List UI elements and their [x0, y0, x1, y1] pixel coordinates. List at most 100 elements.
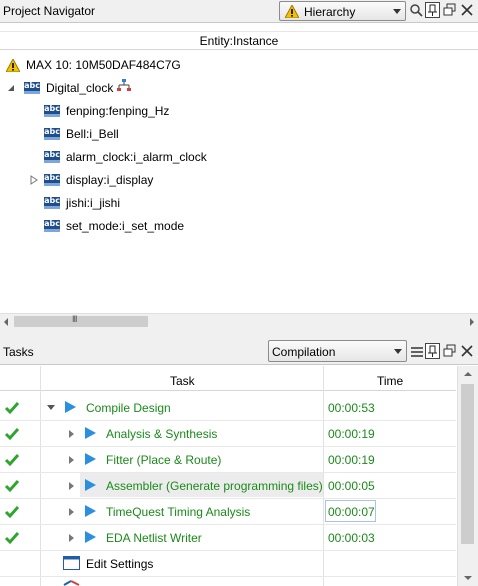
collapsed-triangle-icon[interactable]: [69, 430, 74, 438]
search-icon[interactable]: [409, 3, 423, 17]
play-icon[interactable]: [85, 531, 96, 543]
navigator-view-select[interactable]: Hierarchy: [279, 1, 406, 21]
flow-icon: [63, 580, 80, 586]
checkmark-icon: [4, 428, 20, 441]
abc-instance-icon: abc: [44, 128, 60, 140]
tree-child-label: Bell:i_Bell: [66, 127, 119, 141]
tree-child-label: alarm_clock:i_alarm_clock: [66, 150, 207, 164]
close-icon[interactable]: [460, 3, 474, 17]
top-entity-row[interactable]: abc Digital_clock: [7, 77, 132, 99]
play-icon[interactable]: [85, 479, 96, 491]
tree-child-label: set_mode:i_set_mode: [66, 219, 185, 233]
chevron-down-icon: [393, 9, 401, 14]
tree-child-label: display:i_display: [66, 173, 154, 187]
project-navigator-title: Project Navigator: [3, 4, 96, 18]
device-label: MAX 10: 10M50DAF484C7G: [26, 58, 181, 72]
abc-instance-icon: abc: [44, 174, 60, 186]
row-divider: [0, 576, 456, 577]
task-name: Analysis & Synthesis: [106, 427, 218, 441]
checkmark-icon: [4, 506, 20, 519]
tasks-header: Tasks Compilation: [0, 340, 478, 364]
pin-icon[interactable]: [425, 2, 440, 18]
tree-child-row[interactable]: abc display:i_display: [30, 169, 153, 191]
task-row-fitter[interactable]: Fitter (Place & Route) 00:00:19: [0, 447, 456, 473]
task-time: 00:00:05: [328, 479, 375, 493]
navigator-horizontal-scrollbar[interactable]: III: [0, 313, 478, 329]
scroll-down-arrow-icon[interactable]: [464, 576, 472, 580]
collapsed-triangle-icon[interactable]: [69, 482, 74, 490]
float-window-icon[interactable]: [443, 3, 457, 17]
task-name: Assembler (Generate programming files): [106, 479, 323, 493]
task-row-analysis-synthesis[interactable]: Analysis & Synthesis 00:00:19: [0, 421, 456, 447]
play-icon[interactable]: [85, 453, 96, 465]
chevron-down-icon: [394, 349, 402, 354]
float-window-icon[interactable]: [443, 344, 457, 358]
tree-child-row[interactable]: abc Bell:i_Bell: [44, 123, 119, 145]
task-name: Fitter (Place & Route): [106, 453, 222, 467]
scroll-up-arrow-icon[interactable]: [464, 372, 472, 376]
scrollbar-grip: III: [72, 314, 77, 324]
hierarchy-icon: [117, 78, 132, 91]
checkmark-icon: [4, 402, 20, 415]
task-name: Compile Design: [86, 401, 171, 415]
task-row-edit-settings[interactable]: Edit Settings: [0, 551, 456, 577]
entity-instance-column-header[interactable]: Entity:Instance: [0, 31, 478, 50]
tasks-title: Tasks: [3, 345, 34, 359]
play-icon[interactable]: [65, 401, 76, 413]
project-navigator-header: Project Navigator Hierarchy: [0, 0, 478, 22]
task-time: 00:00:07: [328, 505, 375, 519]
task-name: EDA Netlist Writer: [106, 531, 202, 545]
task-column-header[interactable]: Task: [170, 374, 195, 388]
tree-child-row[interactable]: abc set_mode:i_set_mode: [44, 215, 184, 237]
checkmark-icon: [4, 532, 20, 545]
tasks-column-header: Task Time: [0, 366, 456, 391]
abc-instance-icon: abc: [44, 197, 60, 209]
task-row-timequest[interactable]: TimeQuest Timing Analysis 00:00:07: [0, 499, 456, 525]
warning-icon: [6, 58, 20, 72]
play-icon[interactable]: [85, 427, 96, 439]
collapsed-triangle-icon[interactable]: [69, 534, 74, 542]
tasks-flow-select[interactable]: Compilation: [268, 340, 407, 362]
expanded-triangle-icon[interactable]: [47, 405, 55, 410]
collapsed-triangle-icon[interactable]: [69, 456, 74, 464]
checkmark-icon: [4, 454, 20, 467]
tasks-flow-label: Compilation: [272, 345, 336, 359]
expanded-triangle-icon[interactable]: [7, 84, 15, 92]
task-time: 00:00:03: [328, 531, 375, 545]
top-entity-label: Digital_clock: [46, 81, 114, 95]
task-name: TimeQuest Timing Analysis: [106, 505, 251, 519]
scroll-left-arrow-icon[interactable]: [4, 318, 8, 326]
pin-icon[interactable]: [425, 343, 440, 359]
close-icon[interactable]: [460, 344, 474, 358]
scroll-right-arrow-icon[interactable]: [470, 318, 474, 326]
tree-child-label: jishi:i_jishi: [66, 196, 121, 210]
abc-instance-icon: abc: [44, 151, 60, 163]
navigator-view-label: Hierarchy: [304, 5, 356, 19]
task-row-assembler[interactable]: Assembler (Generate programming files) 0…: [0, 473, 456, 499]
settings-window-icon: [63, 556, 80, 570]
abc-instance-icon: abc: [24, 82, 40, 94]
tree-child-row[interactable]: abc fenping:fenping_Hz: [44, 100, 169, 122]
tree-child-label: fenping:fenping_Hz: [66, 104, 170, 118]
tree-child-row[interactable]: abc jishi:i_jishi: [44, 192, 120, 214]
device-row[interactable]: MAX 10: 10M50DAF484C7G: [6, 54, 181, 76]
play-icon[interactable]: [85, 505, 96, 517]
collapsed-triangle-icon[interactable]: [30, 175, 38, 185]
edit-settings-label: Edit Settings: [86, 557, 154, 571]
tree-child-row[interactable]: abc alarm_clock:i_alarm_clock: [44, 146, 207, 168]
task-time: 00:00:19: [328, 427, 375, 441]
menu-icon[interactable]: [410, 345, 424, 359]
warning-icon: [285, 5, 299, 18]
scrollbar-thumb[interactable]: III: [14, 314, 148, 327]
task-row-eda-netlist[interactable]: EDA Netlist Writer 00:00:03: [0, 525, 456, 551]
time-column-header[interactable]: Time: [377, 374, 403, 388]
scrollbar-thumb[interactable]: [461, 384, 474, 544]
task-row-compile-design[interactable]: Compile Design 00:00:53: [0, 395, 456, 421]
entity-instance-header-label: Entity:Instance: [199, 34, 279, 48]
tasks-vertical-scrollbar[interactable]: [457, 366, 478, 586]
abc-instance-icon: abc: [44, 105, 60, 117]
checkmark-icon: [4, 480, 20, 493]
collapsed-triangle-icon[interactable]: [69, 508, 74, 516]
task-time: 00:00:53: [328, 401, 375, 415]
task-time: 00:00:19: [328, 453, 375, 467]
